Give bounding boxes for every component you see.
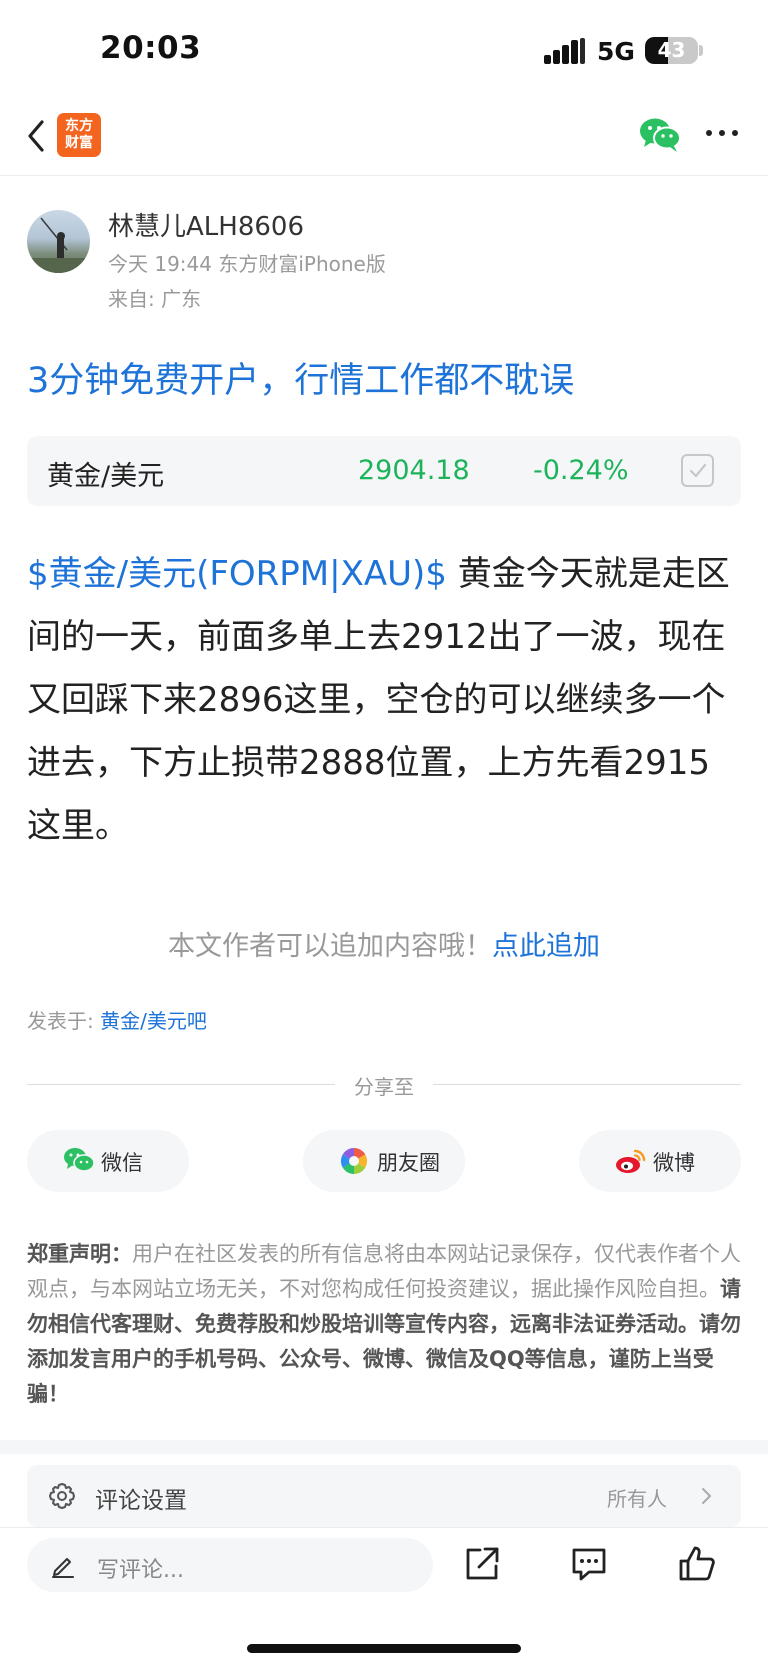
forum-link[interactable]: 黄金/美元吧 [100, 1009, 207, 1033]
share-weibo-button[interactable]: 微博 [579, 1130, 741, 1192]
append-line: 本文作者可以追加内容哦！点此追加 [0, 924, 768, 963]
check-icon [689, 463, 707, 478]
signal-icon [544, 38, 586, 64]
like-icon[interactable] [677, 1544, 717, 1584]
quote-change: -0.24% [533, 455, 629, 486]
quote-card[interactable]: 黄金/美元 2904.18 -0.24% [27, 436, 741, 506]
section-separator [0, 1440, 768, 1454]
share-label: 分享至 [354, 1075, 414, 1099]
comment-icon[interactable] [569, 1544, 609, 1584]
append-prompt: 本文作者可以追加内容哦！ [168, 931, 492, 962]
share-icon[interactable] [462, 1544, 502, 1584]
comment-settings-label: 评论设置 [95, 1488, 187, 1514]
logo-line1: 东方 [65, 118, 93, 134]
divider-line [433, 1084, 741, 1085]
author-avatar[interactable] [27, 210, 90, 273]
status-time: 20:03 [100, 30, 202, 66]
stock-tag-link[interactable]: $黄金/美元(FORPM|XAU)$ [27, 554, 447, 594]
posted-in-label: 发表于: [27, 1009, 101, 1033]
battery-level: 43 [657, 38, 686, 62]
share-divider: 分享至 [27, 1070, 741, 1100]
comment-input[interactable]: 写评论... [27, 1538, 433, 1592]
share-wechat-label: 微信 [101, 1151, 143, 1175]
share-moments-button[interactable]: 朋友圈 [303, 1130, 465, 1192]
nav-bar: 东方 财富 [0, 100, 768, 176]
gear-icon [49, 1483, 75, 1509]
post-body: $黄金/美元(FORPM|XAU)$ 黄金今天就是走区间的一天，前面多单上去29… [27, 543, 743, 858]
pen-icon [52, 1558, 74, 1578]
weibo-icon [616, 1149, 646, 1173]
post-meta: 今天 19:44 东方财富iPhone版 [108, 252, 386, 276]
post-location: 来自: 广东 [108, 287, 202, 311]
share-weibo-label: 微博 [653, 1151, 695, 1175]
home-indicator [247, 1644, 521, 1653]
share-moments-label: 朋友圈 [377, 1151, 440, 1175]
battery-icon: 43 [645, 37, 698, 64]
back-icon[interactable] [22, 116, 52, 156]
wechat-share-icon[interactable] [638, 116, 682, 154]
open-account-link[interactable]: 3分钟免费开户，行情工作都不耽误 [27, 352, 574, 403]
battery-tip [699, 45, 703, 56]
wechat-icon [64, 1148, 95, 1172]
disclaimer-title: 郑重声明： [27, 1242, 132, 1266]
network-label: 5G [597, 37, 635, 66]
comment-settings-row[interactable]: 评论设置 所有人 [27, 1465, 741, 1527]
append-link[interactable]: 点此追加 [492, 931, 600, 962]
author-name[interactable]: 林慧儿ALH8606 [108, 206, 304, 243]
chevron-right-icon [702, 1488, 711, 1504]
disclaimer: 郑重声明：用户在社区发表的所有信息将由本网站记录保存，仅代表作者个人观点，与本网… [27, 1237, 743, 1412]
avatar-image [27, 217, 90, 273]
comment-settings-value: 所有人 [607, 1487, 667, 1511]
add-watchlist-checkbox[interactable] [681, 454, 714, 487]
more-icon[interactable] [706, 128, 740, 140]
quote-name: 黄金/美元 [47, 461, 165, 492]
disclaimer-normal: 用户在社区发表的所有信息将由本网站记录保存，仅代表作者个人观点，与本网站立场无关… [27, 1242, 741, 1301]
post-text: 黄金今天就是走区间的一天，前面多单上去2912出了一波，现在又回踩下来2896这… [27, 554, 730, 846]
eastmoney-logo[interactable]: 东方 财富 [57, 113, 101, 157]
moments-icon [340, 1147, 368, 1175]
comment-placeholder: 写评论... [97, 1558, 184, 1583]
posted-in: 发表于: 黄金/美元吧 [27, 1005, 207, 1034]
quote-price: 2904.18 [358, 455, 470, 486]
logo-line2: 财富 [65, 135, 93, 151]
share-wechat-button[interactable]: 微信 [27, 1130, 189, 1192]
status-bar: 20:03 5G 43 [0, 0, 768, 100]
